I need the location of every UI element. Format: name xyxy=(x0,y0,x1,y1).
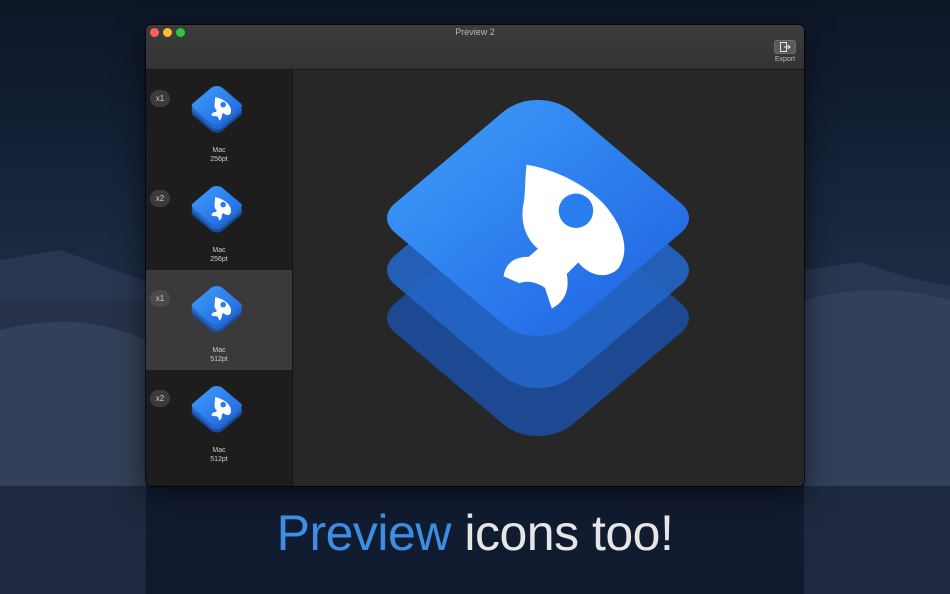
platform-label: Mac xyxy=(212,247,226,254)
item-label: Mac 256pt xyxy=(146,246,292,264)
preview-canvas xyxy=(293,70,804,486)
item-label: Mac 512pt xyxy=(146,346,292,364)
item-label: Mac 256pt xyxy=(146,146,292,164)
scale-badge: x2 xyxy=(150,190,170,207)
scale-badge: x1 xyxy=(150,90,170,107)
size-label: 256pt xyxy=(210,156,228,163)
item-label: Mac 512pt xyxy=(146,446,292,464)
scale-badge: x2 xyxy=(150,390,170,407)
list-item[interactable]: x2 Mac 512pt xyxy=(146,370,292,470)
export-label: Export xyxy=(774,56,796,63)
app-window: Preview 2 Export x1 Mac 256pt x2 Mac 256… xyxy=(146,25,804,486)
rocket-layers-icon xyxy=(383,100,693,450)
scale-badge: x1 xyxy=(150,290,170,307)
title-bar: Preview 2 Export xyxy=(146,25,804,70)
export-icon xyxy=(774,40,796,54)
rocket-layers-icon xyxy=(191,286,243,338)
window-title: Preview 2 xyxy=(455,27,495,37)
export-button[interactable]: Export xyxy=(772,40,798,67)
size-label: 256pt xyxy=(210,256,228,263)
platform-label: Mac xyxy=(212,447,226,454)
platform-label: Mac xyxy=(212,147,226,154)
list-item[interactable]: x1 Mac 256pt xyxy=(146,70,292,170)
caption-highlight: Preview xyxy=(276,505,452,561)
size-label: 512pt xyxy=(210,356,228,363)
marketing-caption: Preview icons too! xyxy=(0,504,950,562)
size-label: 512pt xyxy=(210,456,228,463)
rocket-layers-icon xyxy=(191,186,243,238)
platform-label: Mac xyxy=(212,347,226,354)
rocket-layers-icon xyxy=(191,386,243,438)
caption-text: icons too! xyxy=(450,505,674,561)
list-item-selected[interactable]: x1 Mac 512pt xyxy=(146,270,292,370)
rocket-layers-icon xyxy=(191,86,243,138)
size-list-sidebar: x1 Mac 256pt x2 Mac 256pt x1 Mac 512pt x… xyxy=(146,70,293,486)
list-item[interactable]: x2 Mac 256pt xyxy=(146,170,292,270)
